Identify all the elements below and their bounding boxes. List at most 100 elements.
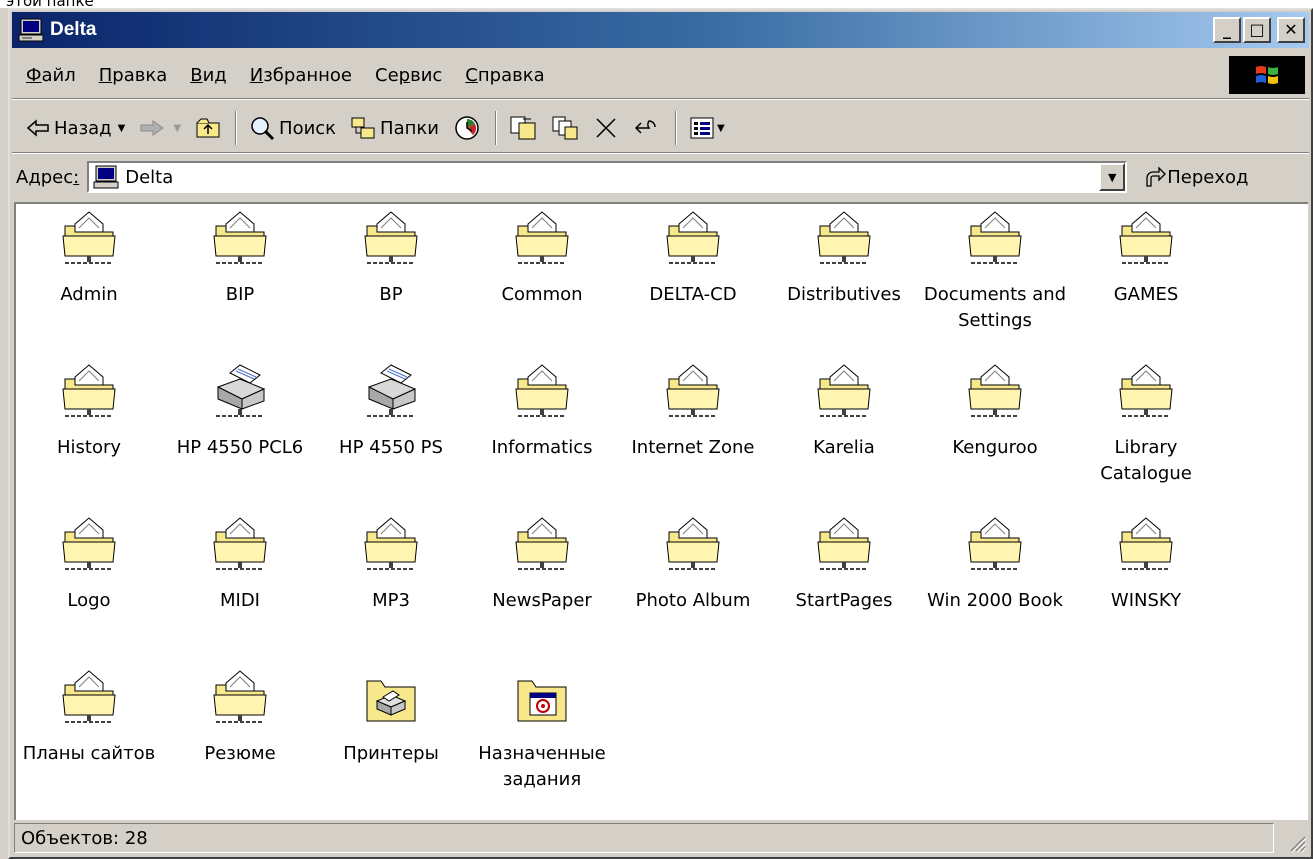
folder-item[interactable]: Common [467,208,617,308]
folder-item-label: History [56,437,122,458]
folder-item[interactable]: HP 4550 PCL6 [165,361,315,461]
folder-item[interactable]: Internet Zone [618,361,768,461]
minimize-button[interactable]: _ [1213,17,1241,43]
computer-icon [93,165,119,189]
folder-item-label: StartPages [795,590,893,611]
address-input[interactable]: Delta ▼ [87,161,1128,193]
search-icon [251,117,275,141]
folder-item-label: Admin [60,284,118,305]
folder-view[interactable]: Admin BIP BP Common DELTA-CD Distributives Doc… [14,202,1308,820]
history-icon [455,116,479,140]
history-button[interactable] [453,114,481,142]
shared-folder-icon [210,208,270,270]
views-dropdown-icon[interactable]: ▼ [717,123,725,134]
menu-favorites[interactable]: Избранное [250,65,352,86]
status-object-count: Объектов: 28 [14,823,1274,853]
search-button[interactable]: Поиск [249,115,336,141]
shared-folder-icon [1116,514,1176,576]
windows-logo [1229,56,1305,94]
menu-view[interactable]: Вид [190,65,227,86]
back-dropdown-icon[interactable]: ▼ [118,123,126,134]
folder-item[interactable]: MIDI [165,514,315,614]
back-button[interactable]: Назад ▼ [26,118,125,139]
forward-arrow-icon [140,120,165,136]
explorer-window: Delta _ □ ✕ Файл Правка Вид Избранное Се… [8,8,1313,859]
up-folder-icon [196,118,220,138]
back-arrow-icon [26,119,49,137]
views-button[interactable]: ▼ [689,116,725,140]
folder-item-label: NewsPaper [492,590,592,611]
folder-item[interactable]: Library Catalogue [1071,361,1221,487]
status-bar: Объектов: 28 [12,821,1309,855]
folder-item[interactable]: BIP [165,208,315,308]
menu-help[interactable]: Справка [465,65,544,86]
folder-item[interactable]: Admin [16,208,164,308]
folder-item[interactable]: Принтеры [316,667,466,767]
folders-button[interactable]: Папки [350,116,439,140]
move-to-button[interactable] [509,115,537,141]
folder-item[interactable]: HP 4550 PS [316,361,466,461]
shared-folder-icon [210,667,270,729]
folder-item[interactable]: Планы сайтов [16,667,164,767]
folder-item[interactable]: Резюме [165,667,315,767]
folder-item[interactable]: DELTA-CD [618,208,768,308]
folder-item[interactable]: Karelia [769,361,919,461]
address-bar: Адрес: Delta ▼ Переход [12,158,1309,196]
folder-item-label: Logo [67,590,111,611]
shared-folder-icon [210,514,270,576]
shared-folder-icon [59,208,119,270]
move-to-icon [510,116,536,140]
menu-edit[interactable]: Правка [99,65,168,86]
folder-item[interactable]: Informatics [467,361,617,461]
menu-tools[interactable]: Сервис [375,65,442,86]
folder-item[interactable]: Logo [16,514,164,614]
shared-folder-icon [965,208,1025,270]
go-button[interactable]: Переход [1143,166,1248,188]
folder-item[interactable]: WINSKY [1071,514,1221,614]
window-title: Delta [50,19,97,40]
folder-item[interactable]: Kenguroo [920,361,1070,461]
folder-item[interactable]: GAMES [1071,208,1221,308]
folder-item-label: MP3 [372,590,410,611]
go-arrow-icon [1146,166,1167,187]
copy-to-button[interactable] [551,115,579,141]
folder-item[interactable]: Documents and Settings [920,208,1070,334]
maximize-button[interactable]: □ [1243,17,1271,43]
folder-item[interactable]: MP3 [316,514,466,614]
folder-item[interactable]: StartPages [769,514,919,614]
undo-button[interactable] [633,117,661,139]
shared-folder-icon [663,208,723,270]
forward-dropdown-icon[interactable]: ▼ [173,123,181,134]
copy-to-icon [552,116,578,140]
folder-item[interactable]: Win 2000 Book [920,514,1070,614]
folder-item-label: BIP [225,284,255,305]
folder-item[interactable]: Назначенные задания [467,667,617,793]
folder-item[interactable]: Photo Album [618,514,768,614]
undo-icon [634,120,656,134]
shared-folder-icon [1116,208,1176,270]
folder-item-label: Distributives [787,284,901,305]
delete-button[interactable] [593,115,619,141]
menu-file[interactable]: Файл [26,65,76,86]
folder-item[interactable]: BP [316,208,466,308]
folder-item[interactable]: History [16,361,164,461]
close-button[interactable]: ✕ [1277,17,1305,43]
forward-button[interactable]: ▼ [139,119,181,137]
delete-x-icon [596,118,616,138]
folder-item[interactable]: Distributives [769,208,919,308]
address-dropdown-button[interactable]: ▼ [1099,163,1126,191]
folder-item-label: WINSKY [1110,590,1182,611]
resize-grip-icon[interactable] [1285,831,1307,853]
shared-folder-icon [965,514,1025,576]
folder-item[interactable]: NewsPaper [467,514,617,614]
title-bar[interactable]: Delta _ □ ✕ [12,12,1309,48]
folder-item-label: Win 2000 Book [927,590,1063,611]
shared-folder-icon [512,208,572,270]
shared-folder-icon [814,208,874,270]
folders-tree-icon [351,117,375,139]
menu-bar: Файл Правка Вид Избранное Сервис Справка [12,58,1309,92]
background-window-top: этой папке [0,0,400,10]
folder-item-label: Принтеры [343,743,439,764]
folder-item-label: Common [501,284,583,305]
up-folder-button[interactable] [195,117,221,139]
